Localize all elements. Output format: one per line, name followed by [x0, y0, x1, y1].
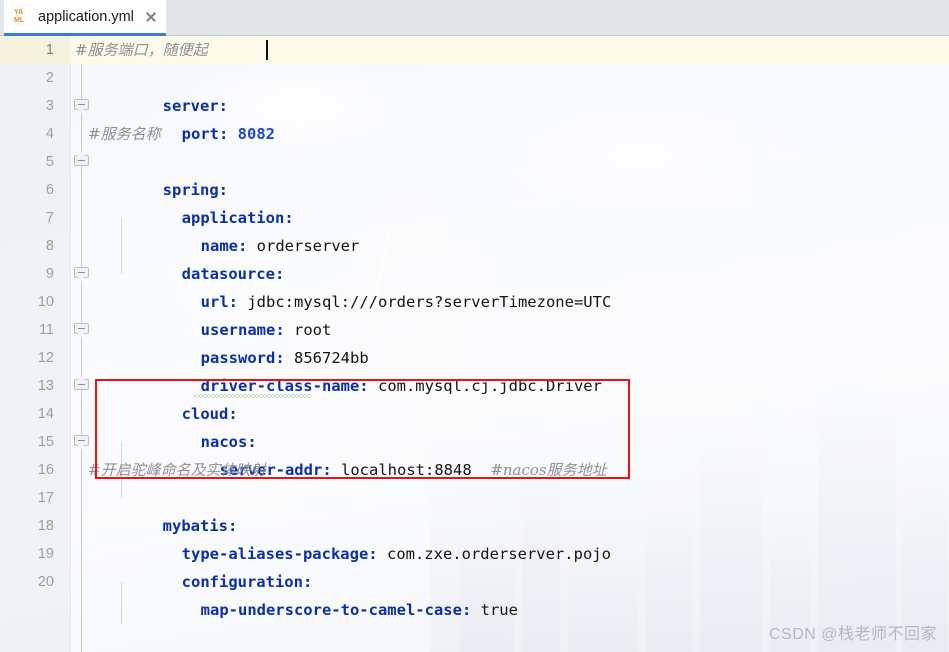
line-number: 18: [37, 518, 54, 534]
editor-tab-bar: YA ML application.yml: [0, 0, 949, 36]
editor-line[interactable]: 2 server:: [0, 64, 949, 115]
line-code: spring:: [88, 148, 228, 199]
yaml-value: true: [480, 601, 518, 619]
line-number: 5: [45, 154, 54, 170]
line-number: 12: [37, 350, 54, 366]
editor-line[interactable]: 17 mybatis:: [0, 484, 949, 535]
editor-line[interactable]: 18 type-aliases-package: com.zxe.orderse…: [0, 512, 949, 563]
editor-line[interactable]: 9 url: jdbc:mysql:///orders?serverTimezo…: [0, 260, 949, 311]
yaml-file-icon: YA ML: [14, 8, 31, 26]
tab-label: application.yml: [38, 8, 134, 25]
line-number: 4: [45, 126, 54, 142]
line-number: 19: [37, 546, 54, 562]
editor-line[interactable]: 4 #服务名称: [0, 120, 949, 148]
colon: :: [461, 601, 472, 619]
editor-line[interactable]: 12 driver-class-name: com.mysql.cj.jdbc.…: [0, 344, 949, 395]
editor-line[interactable]: 5 spring:: [0, 148, 949, 282]
gutter-cell[interactable]: 2: [0, 64, 70, 92]
line-number: 20: [37, 574, 54, 590]
line-code: url: jdbc:mysql:///orders?serverTimezone…: [126, 260, 612, 311]
yaml-key: map-underscore-to-camel-case: [200, 601, 462, 619]
editor-line[interactable]: 10 username: root: [0, 288, 949, 339]
line-code: type-aliases-package: com.zxe.orderserve…: [107, 512, 611, 563]
line-number: 8: [45, 238, 54, 254]
yaml-icon-text-bottom: ML: [14, 16, 25, 24]
line-code: cloud:: [107, 372, 238, 423]
editor-line[interactable]: 20 map-underscore-to-camel-case: true: [0, 568, 949, 619]
line-number: 11: [38, 322, 54, 338]
line-number: 14: [37, 406, 54, 422]
gutter-cell[interactable]: 19: [0, 540, 70, 568]
gutter-cell[interactable]: 11: [0, 316, 70, 344]
line-code: configuration:: [107, 540, 313, 591]
line-code: driver-class-name: com.mysql.cj.jdbc.Dri…: [126, 344, 602, 395]
gutter-cell[interactable]: 13: [0, 372, 70, 400]
line-code: name: orderserver: [126, 204, 360, 255]
line-comment: #服务名称: [88, 125, 161, 143]
editor-line[interactable]: 16 #开启驼峰命名及实体映射: [0, 456, 949, 484]
line-number: 6: [45, 182, 54, 198]
gutter-cell[interactable]: 1: [0, 36, 70, 64]
close-icon[interactable]: [144, 10, 158, 24]
editor-line[interactable]: 13 cloud:: [0, 372, 949, 423]
line-number: 13: [37, 378, 54, 394]
editor-line[interactable]: 7 name: orderserver: [0, 204, 949, 398]
gutter-cell[interactable]: 12: [0, 344, 70, 372]
line-number: 3: [45, 98, 54, 114]
line-number: 17: [37, 490, 54, 506]
line-number: 16: [37, 462, 54, 478]
editor-line[interactable]: 11 password: 856724bb: [0, 316, 949, 367]
line-number: 2: [45, 70, 54, 86]
editor-line[interactable]: 6 application:: [0, 176, 949, 338]
line-code: port: 8082: [107, 92, 275, 143]
watermark: CSDN @栈老师不回家: [768, 626, 937, 643]
gutter-cell[interactable]: 7: [0, 204, 70, 232]
gutter-cell[interactable]: 15: [0, 428, 70, 456]
line-number: 1: [45, 42, 54, 58]
line-code: username: root: [126, 288, 332, 339]
gutter-cell[interactable]: 18: [0, 512, 70, 540]
line-code: map-underscore-to-camel-case: true: [126, 568, 518, 619]
gutter-cell[interactable]: 6: [0, 176, 70, 204]
gutter-cell[interactable]: 8: [0, 232, 70, 260]
gutter-cell[interactable]: 20: [0, 568, 70, 596]
line-number: 15: [37, 434, 54, 450]
ide-editor-window: YA ML application.yml 1 #服务端口，随便起 2 serv…: [0, 0, 949, 652]
gutter-cell[interactable]: 14: [0, 400, 70, 428]
line-code: password: 856724bb: [126, 316, 369, 367]
line-code: application:: [107, 176, 294, 227]
editor-line[interactable]: 3 port: 8082: [0, 92, 949, 166]
editor-line[interactable]: 1 #服务端口，随便起: [0, 36, 949, 64]
editor-line[interactable]: 19 configuration:: [0, 540, 949, 591]
tab-application-yml[interactable]: YA ML application.yml: [4, 0, 166, 36]
line-code: server-addr: localhost:8848 #nacos服务地址: [145, 428, 607, 479]
line-code: nacos:: [126, 400, 257, 451]
text-caret: [266, 40, 268, 60]
line-comment: #开启驼峰命名及实体映射: [88, 461, 266, 479]
line-number: 7: [45, 210, 54, 226]
editor-line[interactable]: 15 server-addr: localhost:8848 #nacos服务地…: [0, 428, 949, 479]
gutter-cell[interactable]: 9: [0, 260, 70, 288]
editor-line[interactable]: 8 datasource:: [0, 232, 949, 450]
line-number: 9: [45, 266, 54, 282]
gutter-cell[interactable]: 5: [0, 148, 70, 176]
gutter-cell[interactable]: 3: [0, 92, 70, 120]
gutter-cell[interactable]: 17: [0, 484, 70, 512]
line-number: 10: [37, 294, 54, 310]
line-code: server:: [88, 64, 228, 115]
yaml-icon-text-top: YA: [14, 8, 24, 16]
gutter-cell[interactable]: 10: [0, 288, 70, 316]
gutter-cell[interactable]: 4: [0, 120, 70, 148]
line-code: datasource:: [107, 232, 285, 283]
line-code: mybatis:: [88, 484, 238, 535]
gutter-cell[interactable]: 16: [0, 456, 70, 484]
editor-line[interactable]: 14 nacos:: [0, 400, 949, 451]
code-editor-area[interactable]: 1 #服务端口，随便起 2 server: 3 port: 8082 4 #服务…: [0, 36, 949, 652]
line-comment: #服务端口，随便起: [75, 41, 208, 59]
